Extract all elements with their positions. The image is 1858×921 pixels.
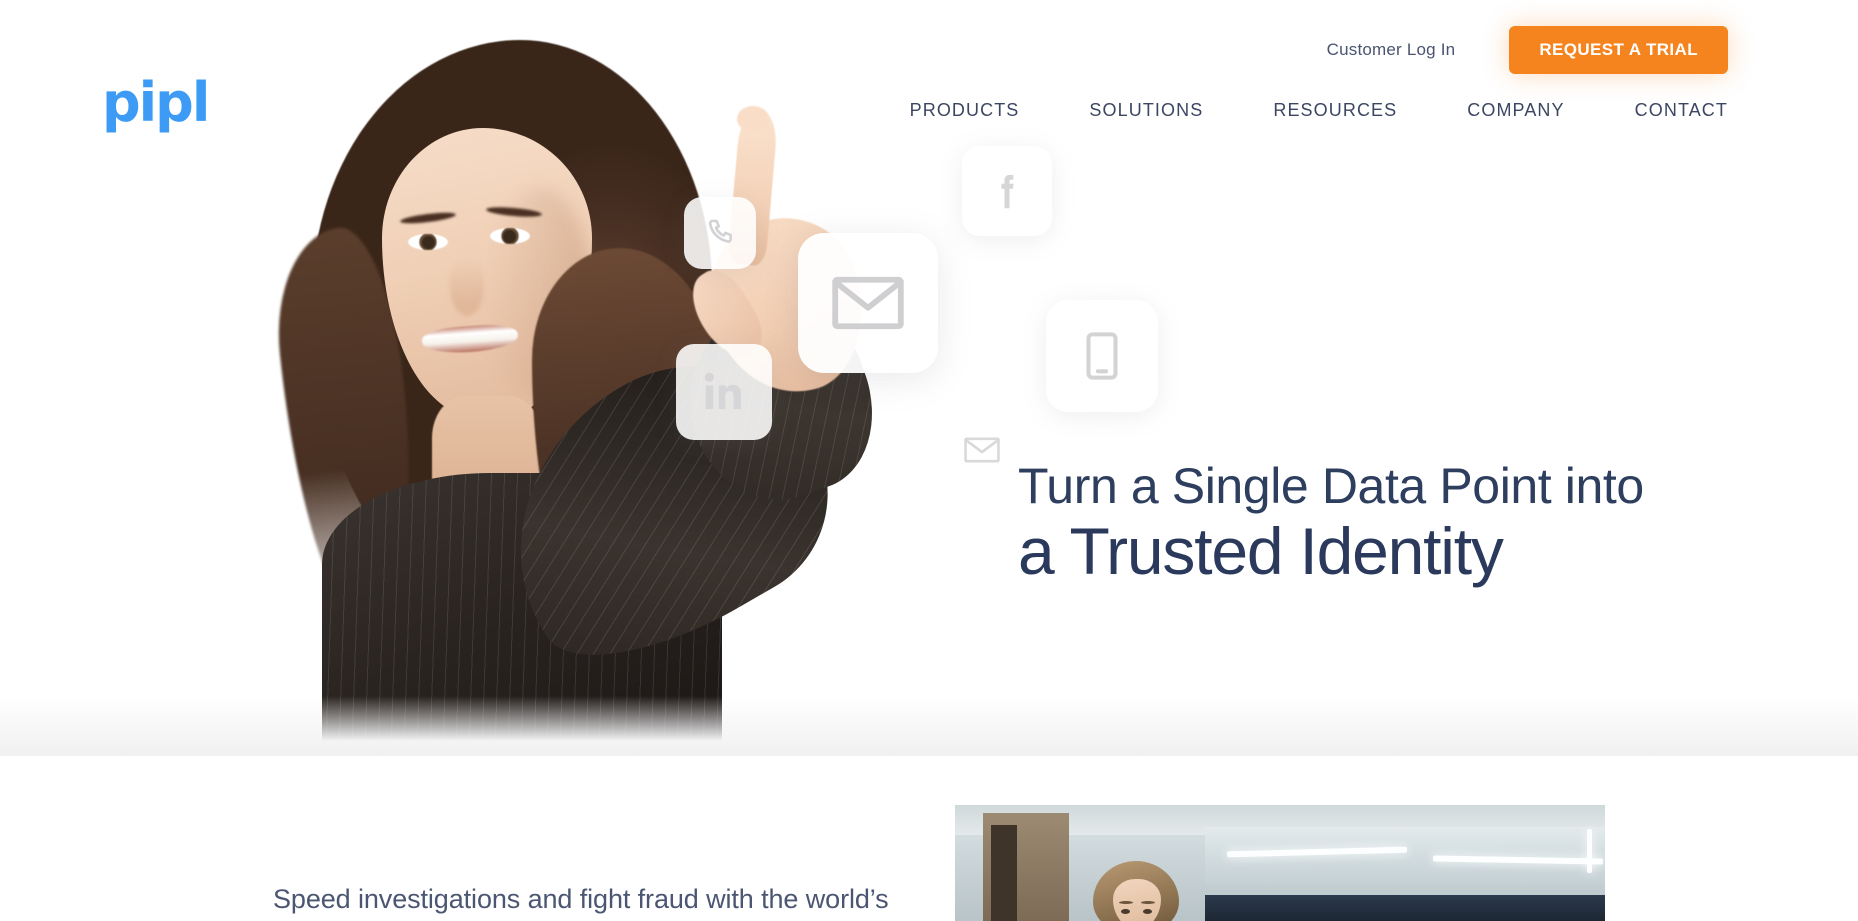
- hero-headline-line2: a Trusted Identity: [1018, 514, 1504, 588]
- office-desk: [1205, 895, 1605, 921]
- person-nose: [450, 258, 484, 316]
- office-doorway: [991, 825, 1017, 921]
- office-person-eye-right: [1143, 909, 1152, 914]
- nav-item-contact[interactable]: CONTACT: [1635, 100, 1728, 121]
- office-person-eye-left: [1121, 909, 1130, 914]
- nav-item-company[interactable]: COMPANY: [1467, 100, 1564, 121]
- person-pupil-right: [503, 230, 516, 243]
- page-root: pipl Customer Log In REQUEST A TRIAL PRO…: [0, 0, 1858, 921]
- office-person-brow-left: [1119, 901, 1133, 904]
- lower-section: Speed investigations and fight fraud wit…: [0, 756, 1858, 921]
- office-person-face: [1113, 879, 1161, 921]
- request-a-trial-button[interactable]: REQUEST A TRIAL: [1509, 26, 1728, 74]
- facebook-icon: [962, 146, 1052, 236]
- nav-item-resources[interactable]: RESOURCES: [1273, 100, 1397, 121]
- office-room-background: [955, 805, 1605, 921]
- main-navigation: PRODUCTS SOLUTIONS RESOURCES COMPANY CON…: [910, 100, 1728, 121]
- office-light-3: [1587, 829, 1592, 873]
- hero-section: pipl Customer Log In REQUEST A TRIAL PRO…: [0, 0, 1858, 756]
- office-person-brow-right: [1141, 901, 1155, 904]
- mail-small-icon: [942, 410, 1022, 490]
- header-utility-bar: Customer Log In REQUEST A TRIAL: [1327, 26, 1728, 74]
- pipl-logo[interactable]: pipl: [102, 76, 210, 130]
- mobile-icon: [1046, 300, 1158, 412]
- person-fingertip: [737, 106, 769, 132]
- mail-icon: [798, 233, 938, 373]
- hero-copy: Turn a Single Data Point into a Trusted …: [1018, 460, 1698, 588]
- office-video-thumbnail[interactable]: [955, 805, 1605, 921]
- customer-login-link[interactable]: Customer Log In: [1327, 40, 1456, 60]
- lower-section-paragraph: Speed investigations and fight fraud wit…: [273, 884, 889, 914]
- nav-item-solutions[interactable]: SOLUTIONS: [1089, 100, 1203, 121]
- person-pupil-left: [422, 236, 435, 249]
- linkedin-icon: [676, 344, 772, 440]
- nav-item-products[interactable]: PRODUCTS: [910, 100, 1020, 121]
- hero-headline-line1: Turn a Single Data Point into: [1018, 458, 1644, 514]
- phone-icon: [684, 197, 756, 269]
